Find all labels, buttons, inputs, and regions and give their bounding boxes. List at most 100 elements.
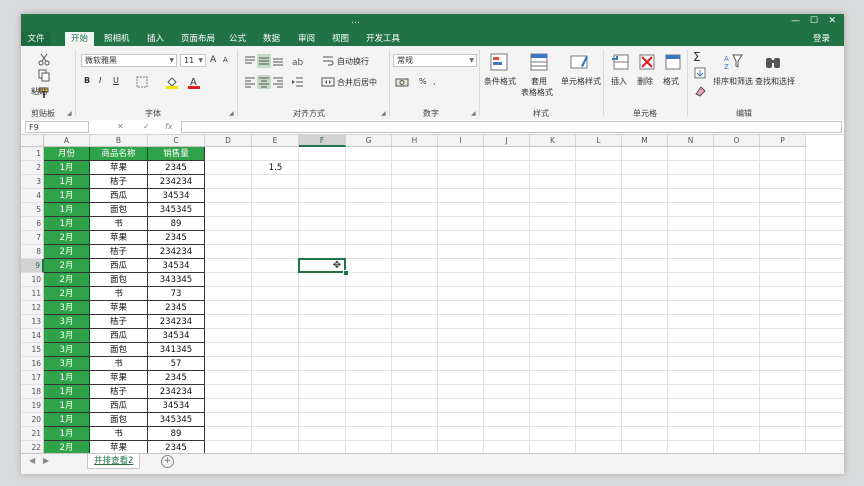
insert-cells-button[interactable]: 插入 (611, 76, 627, 87)
formula-input[interactable] (181, 121, 842, 133)
shrink-font-button[interactable]: A (223, 56, 228, 64)
product-cell[interactable]: 书 (90, 287, 148, 301)
product-cell[interactable]: 面包 (90, 343, 148, 357)
row-header-12[interactable]: 12 (21, 301, 44, 315)
align-bottom-icon[interactable] (271, 54, 285, 68)
column-header-o[interactable]: O (714, 135, 760, 147)
sales-cell[interactable]: 34534 (148, 189, 205, 203)
row-header-10[interactable]: 10 (21, 273, 44, 287)
product-cell[interactable]: 书 (90, 427, 148, 441)
sales-cell[interactable]: 2345 (148, 441, 205, 453)
column-header-f[interactable]: F (299, 135, 346, 147)
fill-handle[interactable] (343, 270, 349, 276)
row-header-1[interactable]: 1 (21, 147, 44, 161)
month-cell[interactable]: 1月 (44, 161, 90, 175)
month-cell[interactable]: 1月 (44, 189, 90, 203)
column-header-m[interactable]: M (622, 135, 668, 147)
italic-button[interactable]: I (99, 76, 101, 85)
cancel-icon[interactable]: ✕ (117, 122, 124, 131)
column-header-j[interactable]: J (484, 135, 530, 147)
column-header-e[interactable]: E (252, 135, 299, 147)
product-cell[interactable]: 苹果 (90, 301, 148, 315)
bold-button[interactable]: B (84, 76, 90, 85)
paste-label[interactable]: 粘贴 (31, 86, 47, 97)
row-header-19[interactable]: 19 (21, 399, 44, 413)
enter-icon[interactable]: ✓ (143, 122, 150, 131)
month-cell[interactable]: 2月 (44, 245, 90, 259)
month-cell[interactable]: 1月 (44, 217, 90, 231)
column-header-b[interactable]: B (90, 135, 148, 147)
tab-insert[interactable]: 插入 (147, 32, 164, 44)
column-header-a[interactable]: A (44, 135, 90, 147)
sales-cell[interactable]: 2345 (148, 371, 205, 385)
row-header-14[interactable]: 14 (21, 329, 44, 343)
copy-icon[interactable] (37, 68, 51, 82)
align-top-icon[interactable] (243, 54, 257, 68)
column-header-n[interactable]: N (668, 135, 714, 147)
sales-cell[interactable]: 89 (148, 217, 205, 231)
month-cell[interactable]: 1月 (44, 371, 90, 385)
currency-icon[interactable] (395, 75, 409, 89)
month-cell[interactable]: 3月 (44, 329, 90, 343)
add-sheet-button[interactable]: + (161, 455, 174, 468)
month-cell[interactable]: 1月 (44, 427, 90, 441)
sheet-prev-icon[interactable]: ◀ (29, 456, 35, 465)
cell-styles-icon[interactable] (569, 52, 589, 72)
align-center-icon[interactable] (257, 75, 271, 89)
sales-cell[interactable]: 343345 (148, 273, 205, 287)
tab-camera[interactable]: 照相机 (104, 32, 130, 44)
font-size-select[interactable]: 11 ▼ (180, 54, 206, 67)
format-cells-button[interactable]: 格式 (663, 76, 679, 87)
sales-cell[interactable]: 34534 (148, 399, 205, 413)
sales-cell[interactable]: 2345 (148, 161, 205, 175)
product-cell[interactable]: 面包 (90, 273, 148, 287)
month-cell[interactable]: 3月 (44, 301, 90, 315)
month-cell[interactable]: 2月 (44, 273, 90, 287)
product-cell[interactable]: 西瓜 (90, 329, 148, 343)
sales-cell[interactable]: 34534 (148, 259, 205, 273)
autosum-button[interactable]: Σ (693, 50, 701, 64)
tab-view[interactable]: 视图 (332, 32, 349, 44)
sales-cell[interactable]: 234234 (148, 315, 205, 329)
name-box[interactable]: F9 (25, 121, 89, 133)
row-header-20[interactable]: 20 (21, 413, 44, 427)
row-header-17[interactable]: 17 (21, 371, 44, 385)
tab-data[interactable]: 数据 (263, 32, 280, 44)
product-cell[interactable]: 苹果 (90, 161, 148, 175)
fill-color-icon[interactable] (165, 75, 179, 89)
font-launcher-icon[interactable]: ◢ (229, 110, 234, 117)
cut-icon[interactable] (37, 52, 51, 66)
product-cell[interactable]: 桔子 (90, 385, 148, 399)
row-header-3[interactable]: 3 (21, 175, 44, 189)
sales-cell[interactable]: 345345 (148, 413, 205, 427)
sales-cell[interactable]: 2345 (148, 301, 205, 315)
month-cell[interactable]: 1月 (44, 399, 90, 413)
product-cell[interactable]: 书 (90, 357, 148, 371)
format-table-icon[interactable] (529, 52, 549, 72)
sales-cell[interactable]: 234234 (148, 245, 205, 259)
tab-file[interactable]: 文件 (21, 32, 51, 46)
find-select-button[interactable]: 查找和选择 (755, 76, 795, 87)
sheet-next-icon[interactable]: ▶ (43, 456, 49, 465)
product-cell[interactable]: 面包 (90, 203, 148, 217)
month-cell[interactable]: 2月 (44, 231, 90, 245)
tab-page-layout[interactable]: 页面布局 (181, 32, 215, 44)
month-cell[interactable]: 1月 (44, 385, 90, 399)
row-header-8[interactable]: 8 (21, 245, 44, 259)
month-cell[interactable]: 3月 (44, 343, 90, 357)
table-header-cell[interactable]: 月份 (44, 147, 90, 161)
product-cell[interactable]: 西瓜 (90, 259, 148, 273)
sales-cell[interactable]: 341345 (148, 343, 205, 357)
conditional-format-button[interactable]: 条件格式 (484, 76, 516, 87)
row-header-11[interactable]: 11 (21, 287, 44, 301)
row-header-5[interactable]: 5 (21, 203, 44, 217)
row-header-4[interactable]: 4 (21, 189, 44, 203)
alignment-launcher-icon[interactable]: ◢ (381, 110, 386, 117)
sheet-tab[interactable]: 井排查看2 (87, 454, 141, 469)
minimize-icon[interactable]: — (791, 16, 800, 26)
sales-cell[interactable]: 345345 (148, 203, 205, 217)
tab-formulas[interactable]: 公式 (229, 32, 246, 44)
worksheet-grid[interactable]: A B C D E F G H I J K L M N O P 1 2 3 4 5 6 7 8 9 10 11 12 13 14 15 16 1… (21, 135, 844, 453)
grow-font-button[interactable]: A (210, 55, 216, 65)
row-header-6[interactable]: 6 (21, 217, 44, 231)
